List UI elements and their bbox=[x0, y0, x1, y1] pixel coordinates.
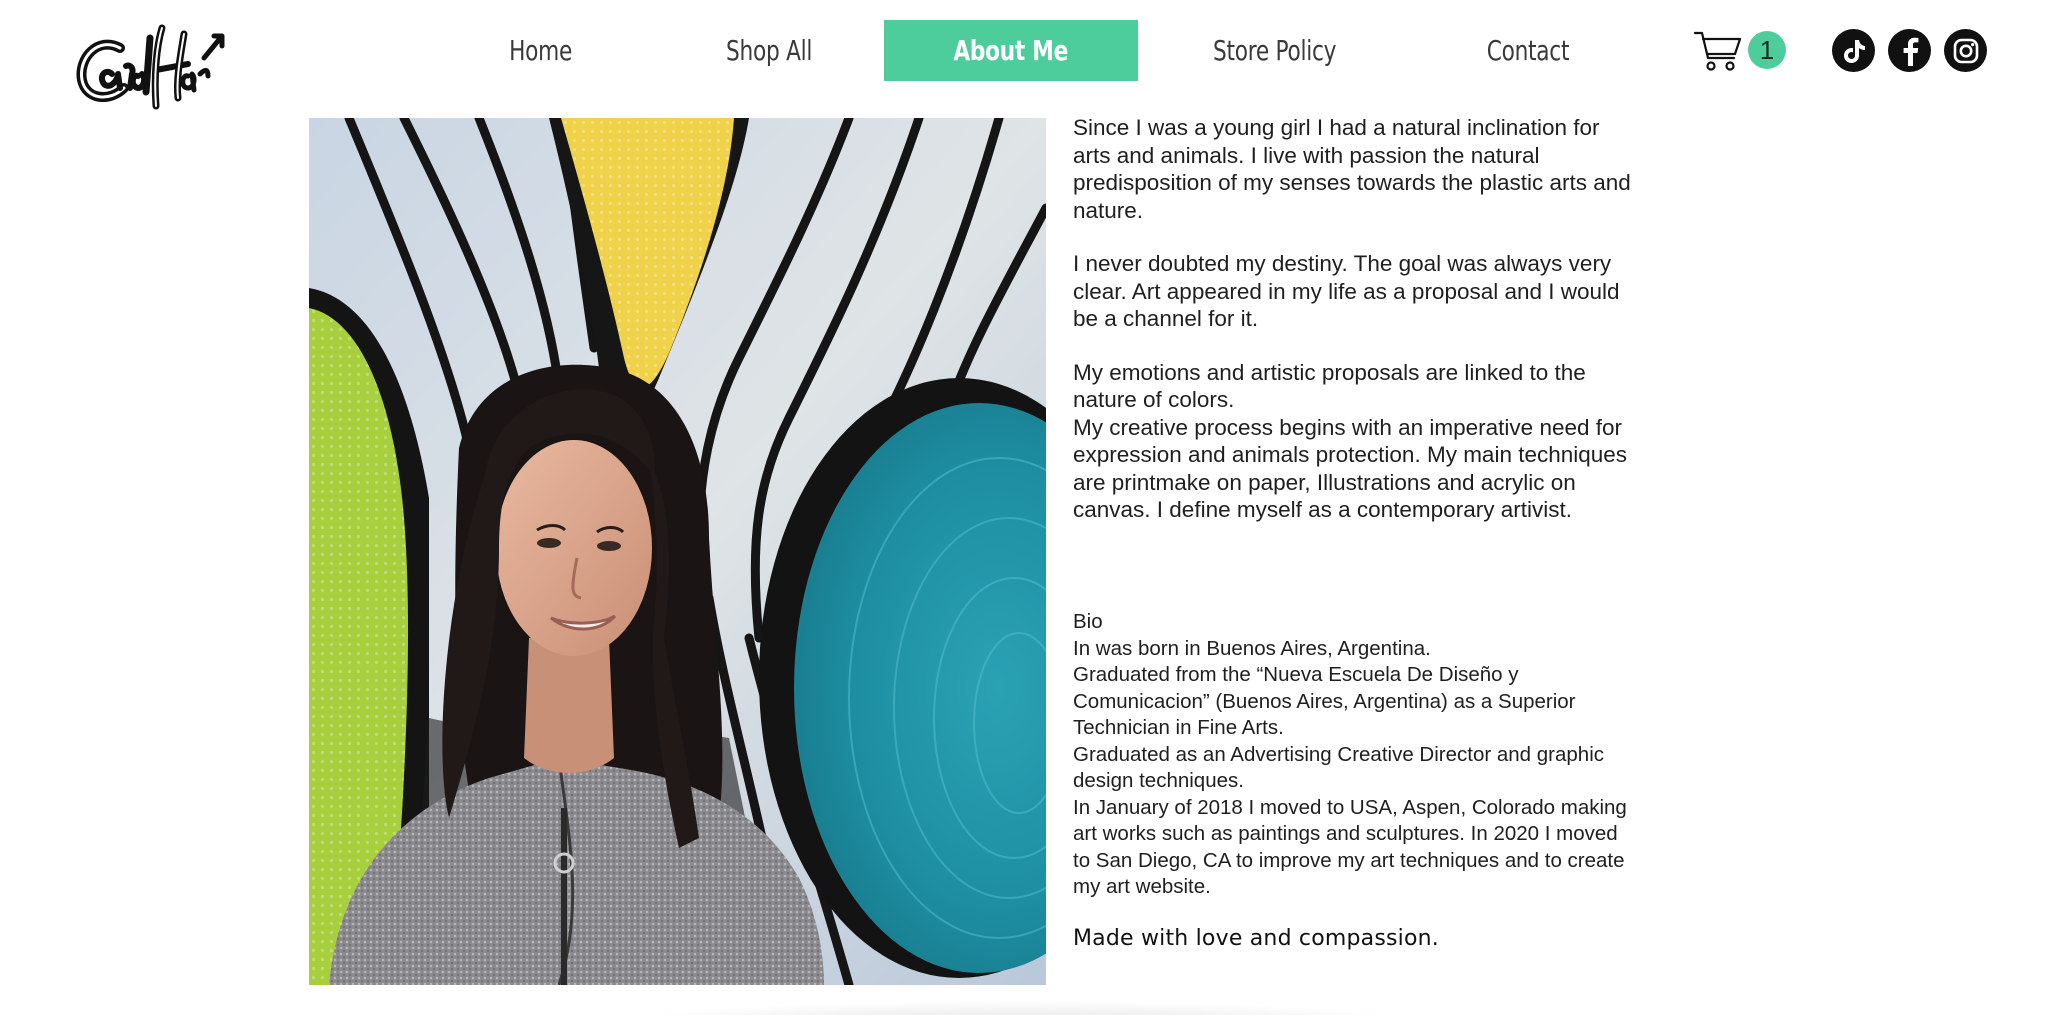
nav-shop-all-label: Shop All bbox=[726, 34, 813, 67]
nav-about-me-label: About Me bbox=[953, 34, 1069, 67]
bio-line: Graduated as an Advertising Creative Dir… bbox=[1073, 742, 1605, 793]
main-nav: Home Shop All About Me Store Policy Cont… bbox=[427, 20, 1644, 81]
bio-line: In January of 2018 I moved to USA, Aspen… bbox=[1073, 795, 1627, 899]
cart-icon bbox=[1694, 28, 1742, 72]
cart-count-badge: 1 bbox=[1748, 31, 1786, 69]
about-paragraph-destiny: I never doubted my destiny. The goal was… bbox=[1073, 251, 1620, 331]
nav-store-policy-label: Store Policy bbox=[1212, 34, 1337, 67]
nav-shop-all[interactable]: Shop All bbox=[655, 20, 884, 81]
about-paragraph-intro: Since I was a young girl I had a natural… bbox=[1073, 115, 1631, 223]
logo-mark bbox=[76, 24, 225, 110]
tiktok-icon[interactable] bbox=[1832, 29, 1875, 72]
signoff-text: Made with love and compassion. bbox=[1073, 926, 1439, 951]
bio-heading: Bio bbox=[1073, 610, 1103, 633]
site-logo[interactable] bbox=[76, 18, 228, 114]
nav-contact-label: Contact bbox=[1486, 34, 1569, 67]
section-shadow bbox=[520, 1000, 1520, 1015]
bio-line: In was born in Buenos Aires, Argentina. bbox=[1073, 636, 1431, 660]
nav-contact[interactable]: Contact bbox=[1411, 20, 1644, 81]
artist-photo bbox=[309, 118, 1046, 985]
nav-about-me[interactable]: About Me bbox=[884, 20, 1138, 81]
facebook-icon[interactable] bbox=[1888, 29, 1931, 72]
about-paragraph-process: My creative process begins with an imper… bbox=[1073, 414, 1628, 523]
nav-home[interactable]: Home bbox=[427, 20, 655, 81]
bio-line: Graduated from the “Nueva Escuela De Dis… bbox=[1073, 663, 1576, 739]
cart-button[interactable]: 1 bbox=[1694, 26, 1788, 74]
about-paragraph-emotions: My emotions and artistic proposals are l… bbox=[1073, 359, 1586, 413]
nav-store-policy[interactable]: Store Policy bbox=[1138, 20, 1411, 81]
nav-home-label: Home bbox=[509, 34, 573, 67]
about-text: Since I was a young girl I had a natural… bbox=[1073, 114, 1633, 524]
social-links bbox=[1832, 29, 1987, 72]
instagram-icon[interactable] bbox=[1944, 29, 1987, 72]
bio-section: Bio In was born in Buenos Aires, Argenti… bbox=[1073, 609, 1633, 901]
